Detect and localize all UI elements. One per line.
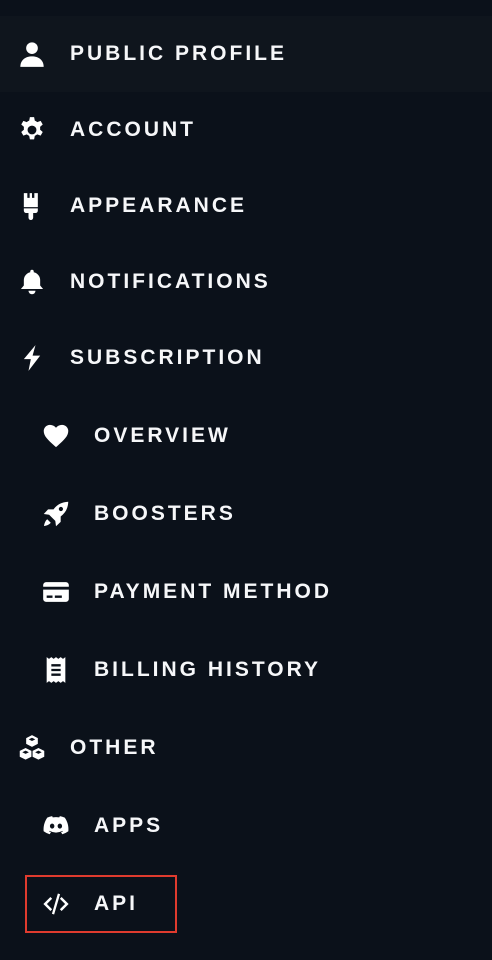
sidebar-item-label: API xyxy=(94,892,139,915)
cubes-icon xyxy=(16,732,48,764)
sidebar-item-payment-method[interactable]: PAYMENT METHOD xyxy=(0,554,492,630)
sidebar-item-boosters[interactable]: BOOSTERS xyxy=(0,476,492,552)
paintbrush-icon xyxy=(16,190,48,222)
sidebar-item-overview[interactable]: OVERVIEW xyxy=(0,398,492,474)
sidebar-item-billing-history[interactable]: BILLING HISTORY xyxy=(0,632,492,708)
sidebar-item-label: NOTIFICATIONS xyxy=(70,270,271,293)
sidebar-item-label: PUBLIC PROFILE xyxy=(70,42,288,65)
sidebar-item-subscription[interactable]: SUBSCRIPTION xyxy=(0,320,492,396)
rocket-icon xyxy=(40,498,72,530)
sidebar-item-notifications[interactable]: NOTIFICATIONS xyxy=(0,244,492,320)
user-icon xyxy=(16,38,48,70)
bell-icon xyxy=(16,266,48,298)
receipt-icon xyxy=(40,654,72,686)
heart-icon xyxy=(40,420,72,452)
sidebar-item-apps[interactable]: APPS xyxy=(0,788,492,864)
sidebar-item-label: BOOSTERS xyxy=(94,502,236,525)
sidebar-item-api[interactable]: API xyxy=(0,866,492,942)
discord-icon xyxy=(40,810,72,842)
sidebar-item-appearance[interactable]: APPEARANCE xyxy=(0,168,492,244)
sidebar-item-other[interactable]: OTHER xyxy=(0,710,492,786)
sidebar-item-label: OVERVIEW xyxy=(94,424,231,447)
sidebar-item-label: OTHER xyxy=(70,736,159,759)
code-icon xyxy=(40,888,72,920)
sidebar-item-label: APPS xyxy=(94,814,164,837)
sidebar-item-label: APPEARANCE xyxy=(70,194,248,217)
sidebar-item-label: ACCOUNT xyxy=(70,118,196,141)
gear-icon xyxy=(16,114,48,146)
bolt-icon xyxy=(16,342,48,374)
sidebar-item-label: PAYMENT METHOD xyxy=(94,580,333,603)
sidebar-item-label: SUBSCRIPTION xyxy=(70,346,265,369)
settings-sidebar: PUBLIC PROFILE ACCOUNT APPEARANCE NOTIFI… xyxy=(0,0,492,960)
sidebar-item-account[interactable]: ACCOUNT xyxy=(0,92,492,168)
sidebar-item-public-profile[interactable]: PUBLIC PROFILE xyxy=(0,16,492,92)
sidebar-item-label: BILLING HISTORY xyxy=(94,658,322,681)
credit-card-icon xyxy=(40,576,72,608)
